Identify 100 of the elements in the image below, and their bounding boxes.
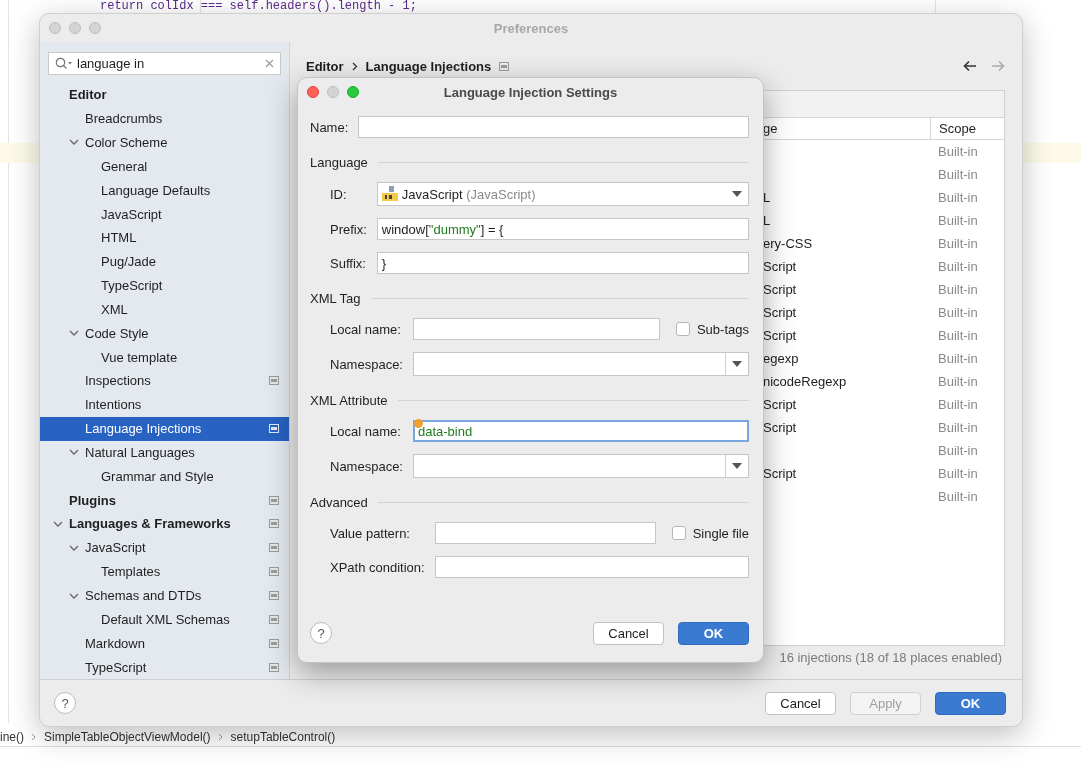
chevron-right-icon — [351, 61, 358, 71]
forward-arrow-icon[interactable] — [991, 60, 1005, 72]
sidebar-item[interactable]: TypeScript — [40, 273, 289, 298]
breadcrumb-item[interactable]: SimpleTableObjectViewModel() — [44, 730, 211, 744]
table-cell: Built-in — [938, 397, 978, 412]
chevron-right-icon — [216, 733, 225, 741]
sidebar-item[interactable]: Languages & Frameworks — [40, 512, 289, 536]
section-title: Advanced — [310, 494, 368, 510]
sidebar-item[interactable]: Natural Languages — [40, 440, 289, 465]
chevron-right-icon — [30, 733, 38, 741]
dropdown-arrow-icon[interactable] — [732, 361, 742, 367]
sidebar-item[interactable]: Language Defaults — [40, 178, 289, 203]
field-label: XPath condition: — [330, 559, 425, 575]
table-cell: ery-CSS — [763, 236, 813, 251]
dialog-button[interactable]: Cancel — [765, 691, 836, 715]
sidebar-item[interactable]: Default XML Schemas — [40, 607, 289, 632]
input-field[interactable]: window["dummy"] = { — [376, 218, 749, 240]
js-file-icon — [381, 186, 398, 202]
sidebar-item[interactable]: XML — [40, 297, 289, 322]
table-cell: Built-in — [938, 328, 978, 343]
checkbox[interactable] — [671, 526, 686, 540]
input-field[interactable] — [358, 116, 749, 138]
sidebar-item[interactable]: Schemas and DTDs — [40, 583, 289, 608]
breadcrumb-item[interactable]: Language Injections — [365, 58, 492, 74]
table-cell: egexp — [763, 351, 799, 366]
input-field[interactable] — [434, 522, 656, 544]
search-field[interactable]: language in — [48, 52, 281, 75]
status-text: 16 injections (18 of 18 places enabled) — [779, 649, 1002, 665]
sidebar-item[interactable]: Plugins — [40, 488, 289, 513]
table-cell: Built-in — [938, 351, 978, 366]
sidebar-item[interactable]: JavaScript — [40, 535, 289, 560]
dropdown-arrow-icon[interactable] — [732, 191, 742, 197]
checkbox[interactable] — [675, 322, 690, 336]
sidebar-item[interactable]: General — [40, 154, 289, 179]
zoom-button[interactable] — [89, 22, 101, 34]
sidebar-item[interactable]: Code Style — [40, 321, 289, 346]
table-cell: Built-in — [938, 489, 978, 504]
input-field[interactable]: data-bind — [413, 420, 749, 442]
column-header[interactable]: ge — [763, 121, 778, 136]
input-field[interactable] — [413, 318, 660, 340]
sidebar-item[interactable]: Language Injections — [40, 416, 289, 441]
sidebar-item[interactable]: HTML — [40, 225, 289, 250]
breadcrumb-item[interactable]: Editor — [306, 58, 344, 74]
sidebar-item[interactable]: Inspections — [40, 369, 289, 393]
sidebar-item[interactable]: Color Scheme — [40, 130, 289, 155]
field-label: Name: — [310, 119, 349, 135]
table-cell: Script — [763, 466, 797, 481]
sidebar-item[interactable]: Templates — [40, 559, 289, 584]
sidebar-item[interactable]: Breadcrumbs — [40, 106, 289, 131]
project-icon — [269, 567, 279, 577]
field-label: Suffix: — [330, 255, 367, 271]
project-icon — [269, 376, 279, 386]
field-label: Prefix: — [330, 221, 367, 237]
input-field[interactable]: } — [376, 252, 749, 274]
zoom-button[interactable] — [347, 86, 359, 98]
table-cell: L — [763, 190, 771, 205]
table-cell: Script — [763, 305, 797, 320]
dialog-button[interactable]: Cancel — [593, 621, 664, 645]
sidebar-item[interactable]: JavaScript — [40, 202, 289, 226]
table-cell: Built-in — [938, 466, 978, 481]
close-button[interactable] — [49, 22, 61, 34]
project-icon — [269, 495, 279, 505]
checkbox-label: Sub-tags — [696, 321, 749, 337]
search-icon — [55, 56, 73, 70]
sidebar-item[interactable]: Grammar and Style — [40, 464, 289, 489]
sidebar-item[interactable]: Intentions — [40, 392, 289, 417]
language-dropdown[interactable]: JavaScript (JavaScript) — [376, 182, 749, 206]
table-cell: Built-in — [938, 305, 978, 320]
project-icon — [269, 591, 279, 600]
breadcrumb-item[interactable]: ine() — [0, 730, 24, 744]
table-cell: Built-in — [938, 374, 978, 389]
table-cell: Built-in — [938, 420, 978, 435]
sidebar-item[interactable]: Vue template — [40, 345, 289, 369]
breadcrumb-item[interactable]: setupTableControl() — [230, 730, 336, 744]
table-cell: Built-in — [938, 282, 978, 297]
project-icon — [269, 614, 279, 624]
dropdown-arrow-icon[interactable] — [732, 463, 742, 469]
sidebar-item[interactable]: Pug/Jade — [40, 249, 289, 274]
sidebar-item[interactable]: Editor — [40, 82, 289, 107]
field-label: Value pattern: — [330, 525, 411, 541]
table-cell: Built-in — [938, 259, 978, 274]
input-field[interactable] — [434, 556, 749, 578]
close-button[interactable] — [307, 86, 319, 98]
dialog-button[interactable]: OK — [678, 621, 749, 645]
table-cell: Built-in — [938, 213, 978, 228]
dialog-title: Language Injection Settings — [443, 84, 618, 100]
table-cell: L — [763, 213, 771, 228]
sidebar-item[interactable]: TypeScript — [40, 655, 289, 679]
column-header[interactable]: Scope — [939, 121, 976, 136]
minimize-button[interactable] — [327, 86, 339, 98]
back-arrow-icon[interactable] — [963, 60, 977, 72]
sidebar-item[interactable]: Markdown — [40, 631, 289, 656]
minimize-button[interactable] — [69, 22, 81, 34]
window-title: Preferences — [493, 20, 569, 36]
table-cell: Script — [763, 259, 797, 274]
marker-icon — [414, 419, 423, 428]
dialog-button[interactable]: OK — [935, 691, 1006, 715]
help-button[interactable]: ? — [310, 622, 332, 644]
clear-icon[interactable] — [265, 58, 274, 68]
help-button[interactable]: ? — [54, 692, 76, 714]
